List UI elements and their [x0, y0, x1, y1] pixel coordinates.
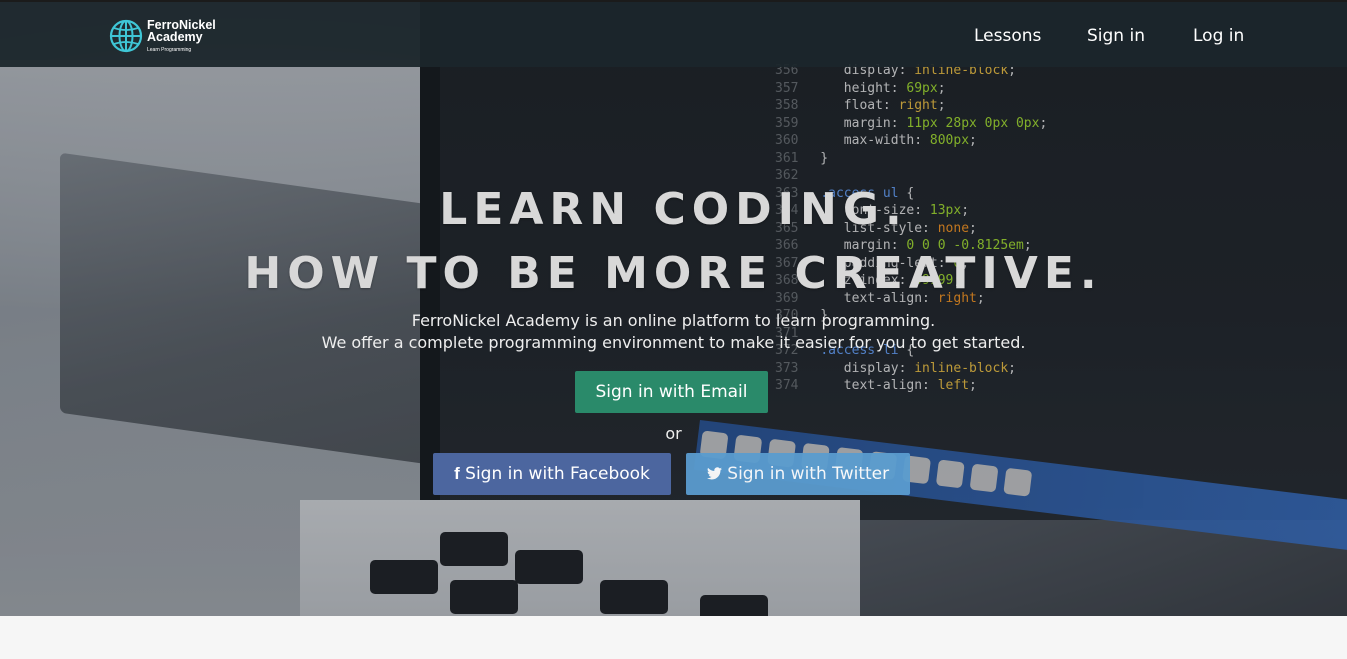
sign-in-twitter-button[interactable]: Sign in with Twitter	[686, 453, 910, 495]
brand-tagline: Learn Programming	[147, 47, 192, 53]
sign-in-twitter-label: Sign in with Twitter	[727, 464, 890, 484]
nav-sign-in-link[interactable]: Sign in	[1087, 26, 1145, 46]
hero-overlay	[0, 0, 1347, 616]
nav-log-in-link[interactable]: Log in	[1193, 26, 1244, 46]
facebook-icon: f	[454, 464, 460, 483]
brand-line2: Academy	[147, 30, 203, 44]
hero-description-line2: We offer a complete programming environm…	[321, 333, 1026, 352]
hero-headline-line2: HOW TO BE MORE CREATIVE.	[244, 248, 1103, 299]
nav-lessons-link[interactable]: Lessons	[974, 26, 1041, 46]
sign-in-email-label: Sign in with Email	[595, 382, 748, 402]
or-separator: or	[665, 424, 682, 443]
top-navbar: FerroNickel Academy Learn Programming Le…	[0, 0, 1347, 67]
hero-background: 356 display: inline-block; 357 height: 6…	[0, 0, 1347, 616]
sign-in-email-button[interactable]: Sign in with Email	[575, 371, 768, 413]
brand-name[interactable]: FerroNickel Academy Learn Programming	[147, 19, 216, 53]
sign-in-facebook-button[interactable]: f Sign in with Facebook	[433, 453, 671, 495]
page-below-hero	[0, 616, 1347, 659]
hero-headline-line1: LEARN CODING.	[439, 184, 908, 235]
hero-description-line1: FerroNickel Academy is an online platfor…	[411, 311, 936, 330]
sign-in-facebook-label: Sign in with Facebook	[465, 464, 650, 484]
globe-logo-icon[interactable]	[109, 19, 143, 53]
twitter-icon	[706, 467, 722, 480]
